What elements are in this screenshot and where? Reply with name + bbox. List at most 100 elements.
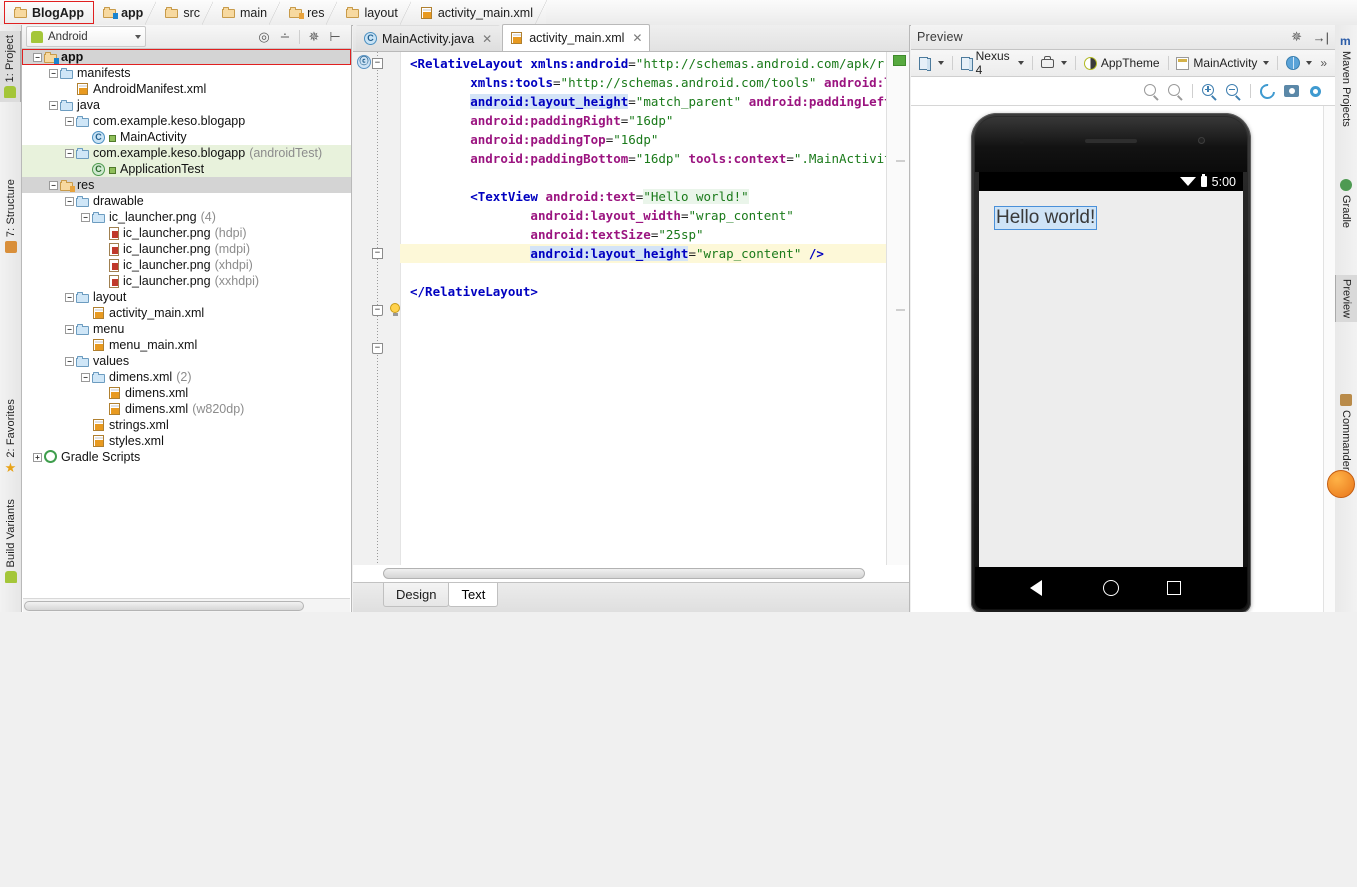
close-icon[interactable]: ✕	[632, 31, 642, 45]
tree-row[interactable]: −layout	[22, 289, 351, 305]
tree-row[interactable]: CApplicationTest	[22, 161, 351, 177]
code-line[interactable]: android:paddingTop="16dp"	[400, 130, 887, 149]
fold-marker[interactable]: −	[372, 58, 383, 69]
breadcrumb-item-src[interactable]: src	[156, 0, 213, 25]
hello-world-textview[interactable]: Hello world!	[995, 207, 1096, 229]
theme-selector[interactable]: AppTheme	[1081, 54, 1163, 72]
project-horizontal-scrollbar[interactable]	[23, 598, 350, 612]
preview-canvas[interactable]: 5:00 Hello world!	[911, 105, 1335, 612]
code-line[interactable]: <TextView android:text="Hello world!"	[400, 187, 887, 206]
breadcrumb-item-activity-main-xml[interactable]: activity_main.xml	[411, 0, 546, 25]
settings-icon[interactable]: ✵	[307, 30, 321, 44]
home-icon[interactable]	[1103, 580, 1119, 596]
collapse-icon[interactable]: −	[64, 116, 75, 127]
tool-window-button-commander[interactable]: Commander	[1335, 390, 1357, 475]
tree-row[interactable]: −com.example.keso.blogapp	[22, 113, 351, 129]
scrollbar-thumb[interactable]	[24, 601, 304, 611]
editor-tab-mainactivity-java[interactable]: CMainActivity.java✕	[356, 25, 500, 51]
preview-vertical-scrollbar[interactable]	[1323, 106, 1335, 612]
tree-row[interactable]: activity_main.xml	[22, 305, 351, 321]
expand-icon[interactable]: +	[32, 452, 43, 463]
collapse-icon[interactable]: −	[64, 356, 75, 367]
tree-row[interactable]: −ic_launcher.png(4)	[22, 209, 351, 225]
tree-row[interactable]: dimens.xml(w820dp)	[22, 401, 351, 417]
tool-window-button-1-project[interactable]: 1: Project	[0, 31, 21, 102]
zoom-actual-size-icon[interactable]	[1168, 84, 1183, 99]
collapse-all-icon[interactable]: ◎	[257, 30, 271, 44]
collapse-icon[interactable]: −	[64, 148, 75, 159]
tree-row[interactable]: −menu	[22, 321, 351, 337]
fold-marker[interactable]: −	[372, 248, 383, 259]
zoom-out-icon[interactable]	[1226, 84, 1241, 99]
tool-window-button-build-variants[interactable]: Build Variants	[0, 495, 21, 587]
tree-row[interactable]: +Gradle Scripts	[22, 449, 351, 465]
locale-selector[interactable]	[1283, 54, 1315, 72]
project-tree[interactable]: −app−manifestsAndroidManifest.xml−java−c…	[22, 49, 351, 597]
code-line[interactable]	[400, 168, 887, 187]
editor-horizontal-scrollbar[interactable]	[353, 565, 909, 582]
tree-row[interactable]: menu_main.xml	[22, 337, 351, 353]
tree-row[interactable]: −res	[22, 177, 351, 193]
tree-row[interactable]: dimens.xml	[22, 385, 351, 401]
editor-marker-bar[interactable]	[886, 52, 909, 565]
breadcrumb-item-res[interactable]: res	[280, 0, 337, 25]
back-icon[interactable]	[1042, 579, 1055, 597]
recents-icon[interactable]	[1167, 581, 1181, 595]
refresh-icon[interactable]	[1257, 80, 1278, 101]
code-line[interactable]: android:layout_width="wrap_content"	[400, 206, 887, 225]
tool-window-button-gradle[interactable]: Gradle	[1335, 175, 1357, 232]
tree-row[interactable]: −values	[22, 353, 351, 369]
tree-row[interactable]: ic_launcher.png(mdpi)	[22, 241, 351, 257]
editor-mode-tab-design[interactable]: Design	[383, 583, 449, 607]
tree-row[interactable]: −drawable	[22, 193, 351, 209]
tree-row[interactable]: −com.example.keso.blogapp(androidTest)	[22, 145, 351, 161]
tree-row[interactable]: ic_launcher.png(xhdpi)	[22, 257, 351, 273]
editor-tab-activity-main-xml[interactable]: activity_main.xml✕	[502, 24, 650, 51]
tree-row[interactable]: ic_launcher.png(hdpi)	[22, 225, 351, 241]
tool-window-button-maven-projects[interactable]: Maven Projectsm	[1335, 31, 1357, 131]
app-content-area[interactable]: Hello world!	[979, 191, 1243, 567]
breadcrumb-item-blogapp[interactable]: BlogApp	[4, 1, 94, 24]
code-line[interactable]: android:layout_height="match_parent" and…	[400, 92, 887, 111]
device-screen[interactable]: 5:00 Hello world!	[979, 172, 1243, 567]
gear-icon[interactable]: ✵	[1290, 30, 1304, 44]
collapse-icon[interactable]: −	[64, 196, 75, 207]
expand-all-icon[interactable]: ∸	[278, 30, 292, 44]
tree-row[interactable]: AndroidManifest.xml	[22, 81, 351, 97]
code-line[interactable]: xmlns:tools="http://schemas.android.com/…	[400, 73, 887, 92]
close-icon[interactable]: ✕	[482, 32, 492, 46]
code-lines[interactable]: <RelativeLayout xmlns:android="http://sc…	[400, 52, 887, 565]
project-scope-selector[interactable]: Android	[26, 26, 146, 47]
fold-marker[interactable]: −	[372, 343, 383, 354]
tree-row[interactable]: −dimens.xml(2)	[22, 369, 351, 385]
tree-row[interactable]: CMainActivity	[22, 129, 351, 145]
orientation-selector[interactable]	[1038, 55, 1070, 71]
collapse-icon[interactable]: −	[48, 68, 59, 79]
fold-marker[interactable]: −	[372, 305, 383, 316]
android-sdk-badge-icon[interactable]	[1327, 470, 1355, 498]
collapse-icon[interactable]: −	[64, 292, 75, 303]
collapse-icon[interactable]: −	[80, 372, 91, 383]
code-line[interactable]: android:textSize="25sp"	[400, 225, 887, 244]
tool-window-button-preview[interactable]: Preview	[1335, 275, 1357, 322]
device-config-button[interactable]	[916, 55, 947, 72]
tree-row[interactable]: −app	[22, 49, 351, 65]
tool-window-button-7-structure[interactable]: 7: Structure	[0, 175, 21, 257]
tree-row[interactable]: −java	[22, 97, 351, 113]
editor-gutter[interactable]: ⓒ − − − −	[353, 52, 401, 565]
tool-window-button-2-favorites[interactable]: 2: Favorites★	[0, 395, 21, 478]
zoom-to-fit-icon[interactable]	[1144, 84, 1159, 99]
scrollbar-thumb[interactable]	[383, 568, 865, 579]
settings-icon[interactable]	[1308, 84, 1323, 99]
tree-row[interactable]: styles.xml	[22, 433, 351, 449]
code-line[interactable]: android:layout_height="wrap_content" />	[400, 244, 887, 263]
breadcrumb-item-main[interactable]: main	[213, 0, 280, 25]
overflow-icon[interactable]: »	[1320, 56, 1330, 70]
collapse-icon[interactable]: −	[80, 212, 91, 223]
breadcrumb-item-layout[interactable]: layout	[337, 0, 410, 25]
tree-row[interactable]: −manifests	[22, 65, 351, 81]
activity-selector[interactable]: MainActivity	[1173, 54, 1272, 72]
tree-row[interactable]: ic_launcher.png(xxhdpi)	[22, 273, 351, 289]
code-line[interactable]: android:paddingRight="16dp"	[400, 111, 887, 130]
code-line[interactable]: android:paddingBottom="16dp" tools:conte…	[400, 149, 887, 168]
